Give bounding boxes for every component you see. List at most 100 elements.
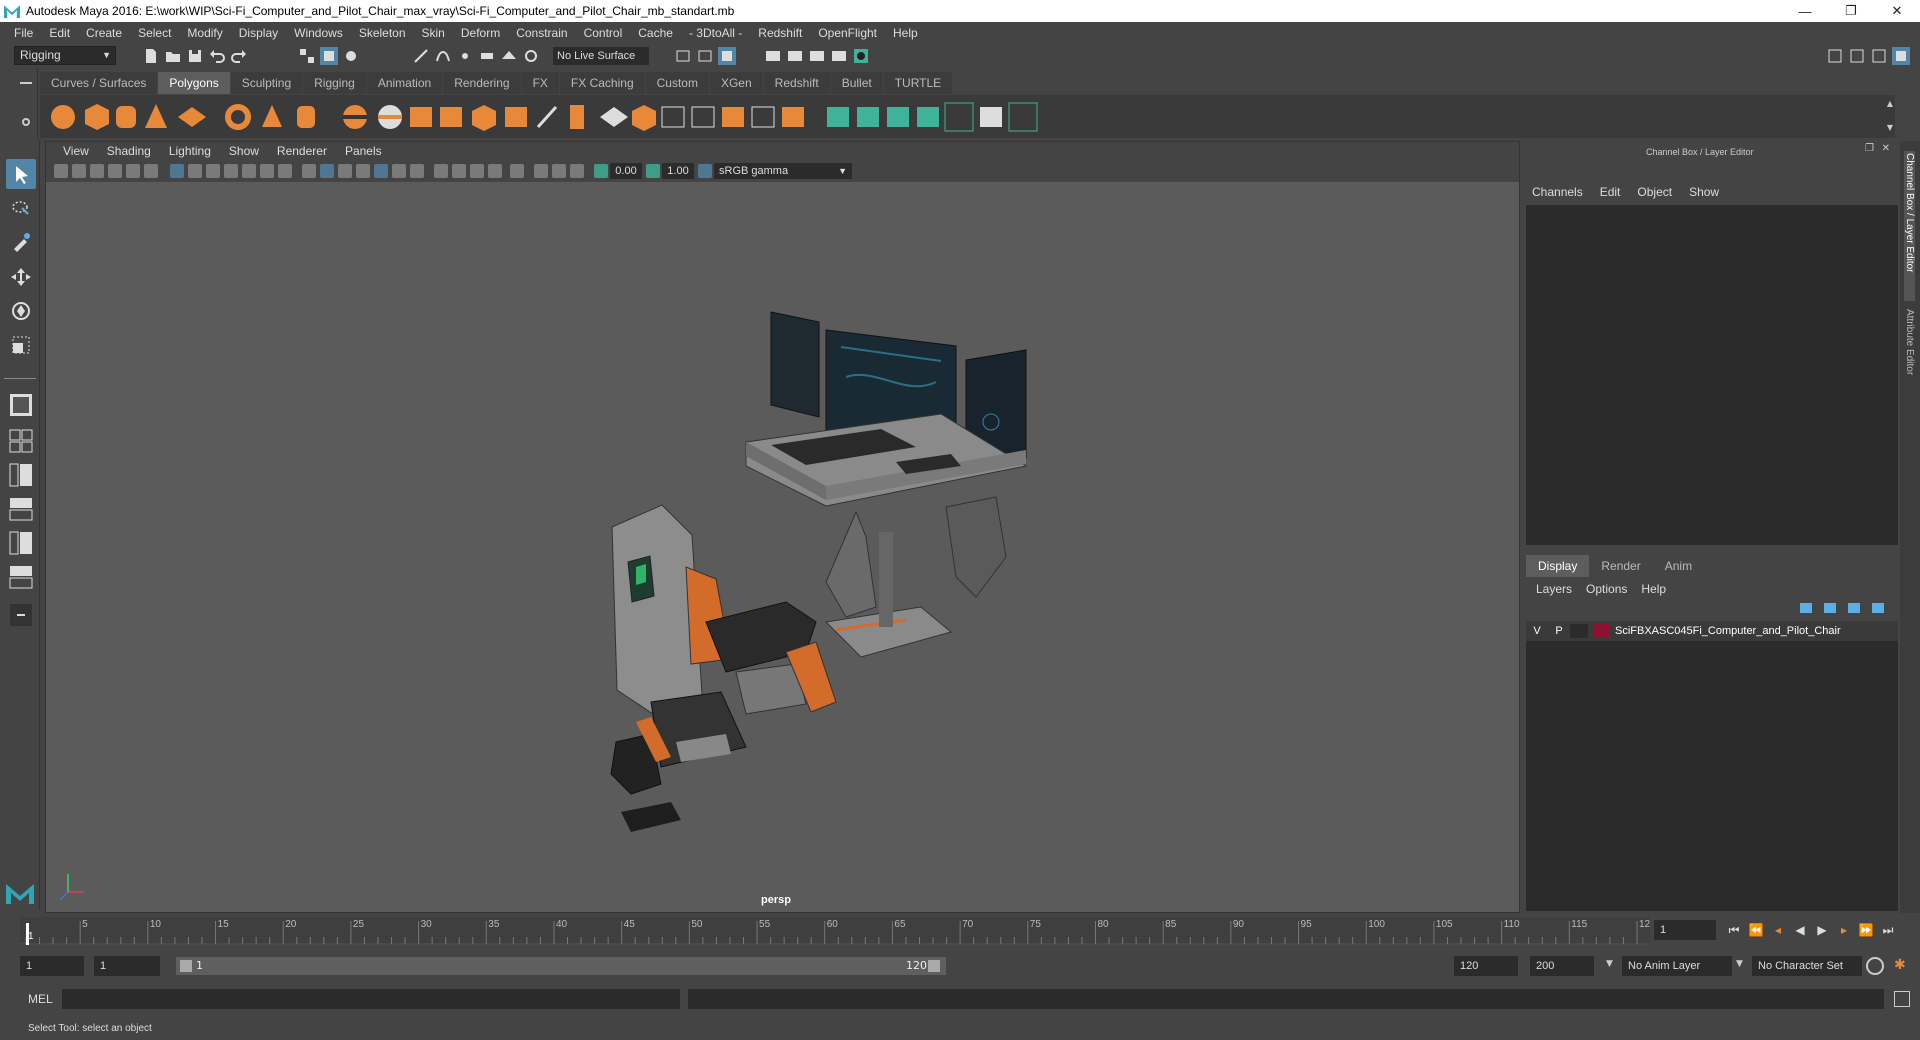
layer-menu-layers[interactable]: Layers	[1536, 582, 1572, 596]
snap-to-point-icon[interactable]	[456, 47, 474, 65]
safe-action-icon[interactable]	[260, 164, 274, 178]
maya-home-icon[interactable]	[4, 880, 36, 906]
paint-select-tool-icon[interactable]	[6, 227, 36, 257]
shelf-menu-icon[interactable]	[20, 82, 32, 84]
animation-end-field[interactable]: 200	[1530, 956, 1594, 976]
extract-icon[interactable]	[410, 107, 432, 127]
side-tab-attribute-editor[interactable]: Attribute Editor	[1904, 309, 1915, 409]
edge-loop-icon[interactable]	[661, 106, 685, 128]
textured-icon[interactable]	[374, 164, 388, 178]
shelf-tab-turtle[interactable]: TURTLE	[883, 72, 953, 94]
shelf-tab-bullet[interactable]: Bullet	[830, 72, 883, 94]
channel-box-toggle-icon[interactable]	[1892, 47, 1910, 65]
new-layer-icon[interactable]	[1848, 603, 1860, 613]
persp-hypershade-layout-icon[interactable]	[6, 528, 36, 558]
channel-box-menu-edit[interactable]: Edit	[1600, 185, 1621, 199]
image-plane-icon[interactable]	[108, 164, 122, 178]
smooth-icon[interactable]	[440, 107, 462, 127]
save-scene-icon[interactable]	[186, 47, 204, 65]
grease-pencil-icon[interactable]	[144, 164, 158, 178]
close-button[interactable]: ✕	[1874, 0, 1920, 22]
uv-automatic-icon[interactable]	[917, 107, 939, 127]
bounding-box-icon[interactable]	[751, 106, 775, 128]
lasso-tool-icon[interactable]	[6, 194, 36, 224]
smooth-shade-icon[interactable]	[320, 164, 334, 178]
bevel-icon[interactable]	[472, 105, 496, 131]
select-camera-icon[interactable]	[54, 164, 68, 178]
redo-icon[interactable]	[230, 47, 248, 65]
default-material-icon[interactable]	[338, 164, 352, 178]
poly-sphere-icon[interactable]	[51, 105, 75, 129]
uv-planar-icon[interactable]	[827, 107, 849, 127]
new-scene-icon[interactable]	[142, 47, 160, 65]
ipr-render-icon[interactable]	[808, 47, 826, 65]
shelf-tab-redshift[interactable]: Redshift	[763, 72, 830, 94]
character-set-dropdown[interactable]: No Character Set	[1752, 956, 1862, 976]
color-space-dropdown[interactable]: sRGB gamma ▼	[714, 163, 852, 179]
select-by-hierarchy-icon[interactable]	[298, 47, 316, 65]
poly-plane-icon[interactable]	[178, 107, 206, 127]
poly-cone-icon[interactable]	[145, 104, 167, 128]
wireframe-on-shaded-icon[interactable]	[356, 164, 370, 178]
chevron-down-icon[interactable]: ▼	[1736, 959, 1743, 969]
single-perspective-layout-icon[interactable]	[6, 390, 36, 420]
viewport-menu-show[interactable]: Show	[220, 144, 268, 158]
menu-openflight[interactable]: OpenFlight	[810, 26, 885, 40]
bookmark-icon[interactable]	[90, 164, 104, 178]
current-frame-field[interactable]: 1	[1654, 920, 1716, 940]
persp-graph-layout-icon[interactable]	[6, 494, 36, 524]
viewport-menu-view[interactable]: View	[54, 144, 98, 158]
close-panel-icon[interactable]: ✕	[1882, 143, 1890, 154]
menu-3dtoall[interactable]: - 3DtoAll -	[681, 26, 750, 40]
viewport-menu-renderer[interactable]: Renderer	[268, 144, 336, 158]
uv-unfold-icon[interactable]	[1008, 102, 1038, 132]
script-editor-icon[interactable]	[1894, 991, 1910, 1007]
tab-display[interactable]: Display	[1526, 555, 1590, 577]
menu-cache[interactable]: Cache	[630, 26, 681, 40]
new-layer-from-selected-icon[interactable]	[1872, 603, 1884, 613]
play-forward-icon[interactable]: ▶	[1814, 923, 1830, 937]
float-panel-icon[interactable]: ❐	[1865, 143, 1874, 154]
anim-layer-dropdown[interactable]: No Anim Layer	[1622, 956, 1732, 976]
shelf-tab-xgen[interactable]: XGen	[709, 72, 763, 94]
chevron-down-icon[interactable]: ▼	[1606, 959, 1613, 969]
attribute-editor-toggle-icon[interactable]	[1848, 47, 1866, 65]
snap-to-curve-icon[interactable]	[434, 47, 452, 65]
x-ray-icon[interactable]	[534, 164, 548, 178]
target-weld-icon[interactable]	[691, 106, 715, 128]
shelf-scroll-up-icon[interactable]: ▲	[1887, 99, 1893, 108]
snap-to-surface-icon[interactable]	[500, 47, 518, 65]
tab-render[interactable]: Render	[1589, 555, 1652, 577]
shelf-tab-custom[interactable]: Custom	[645, 72, 709, 94]
menu-skin[interactable]: Skin	[414, 26, 453, 40]
outliner-persp-layout-icon[interactable]	[6, 562, 36, 592]
x-ray-active-icon[interactable]	[552, 164, 566, 178]
live-surface-field[interactable]: No Live Surface	[553, 47, 649, 65]
command-input[interactable]	[62, 989, 680, 1009]
poly-cube-icon[interactable]	[85, 104, 109, 130]
layer-color-swatch[interactable]	[1594, 624, 1610, 638]
go-to-end-icon[interactable]: ⏭	[1880, 923, 1896, 937]
undo-icon[interactable]	[208, 47, 226, 65]
output-operations-icon[interactable]	[696, 47, 714, 65]
two-d-pan-zoom-icon[interactable]	[126, 164, 140, 178]
snap-to-grid-icon[interactable]	[412, 47, 430, 65]
step-forward-frame-icon[interactable]: ▸	[1836, 923, 1852, 937]
grid-toggle-icon[interactable]	[170, 164, 184, 178]
restore-button[interactable]: ❐	[1828, 0, 1874, 22]
shelf-settings-icon[interactable]	[22, 118, 30, 126]
screen-space-ao-icon[interactable]	[434, 164, 448, 178]
shelf-tab-polygons[interactable]: Polygons	[158, 72, 230, 94]
open-scene-icon[interactable]	[164, 47, 182, 65]
auto-key-icon[interactable]	[1866, 957, 1884, 975]
range-slider-track[interactable]: 1 120	[176, 957, 946, 975]
wireframe-icon[interactable]	[302, 164, 316, 178]
viewport-menu-shading[interactable]: Shading	[98, 144, 160, 158]
shelf-tab-fx-caching[interactable]: FX Caching	[559, 72, 645, 94]
extrude-icon[interactable]	[570, 105, 584, 129]
motion-blur-icon[interactable]	[452, 164, 466, 178]
anti-aliasing-icon[interactable]	[470, 164, 484, 178]
move-layer-down-icon[interactable]	[1824, 603, 1836, 613]
step-forward-key-icon[interactable]: ⏩	[1858, 923, 1874, 937]
minimize-button[interactable]: —	[1782, 0, 1828, 22]
